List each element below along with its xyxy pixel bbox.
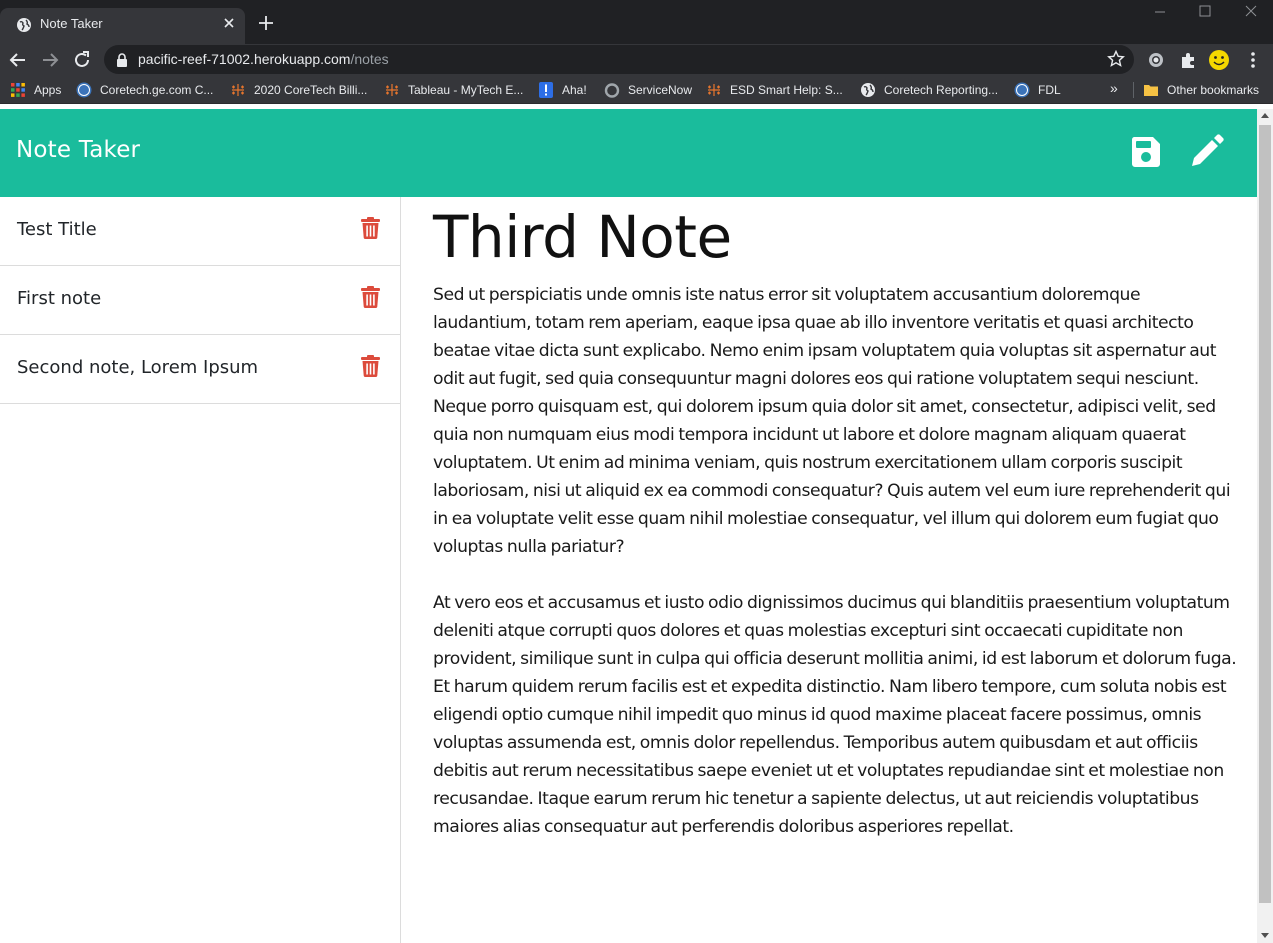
bookmark-apps[interactable]: Apps xyxy=(10,81,61,99)
scroll-down-arrow-icon[interactable] xyxy=(1261,933,1269,938)
note-title-input[interactable]: Third Note xyxy=(433,203,732,271)
folder-icon xyxy=(1144,85,1158,96)
globe-icon xyxy=(17,18,31,32)
record-extension-icon[interactable] xyxy=(1145,49,1167,71)
bookmark-label: Coretech Reporting... xyxy=(884,83,999,97)
bookmark-label: Aha! xyxy=(562,83,587,97)
address-bar[interactable]: pacific-reef-71002.herokuapp.com/notes xyxy=(104,45,1134,74)
scroll-up-arrow-icon[interactable] xyxy=(1261,113,1269,118)
url-host: pacific-reef-71002.herokuapp.com xyxy=(138,51,351,67)
new-note-pencil-icon[interactable] xyxy=(1190,134,1224,168)
tab-title: Note Taker xyxy=(40,16,103,31)
servicenow-icon xyxy=(604,83,620,98)
bookmark-esd-smart-help[interactable]: ESD Smart Help: S... xyxy=(706,81,843,99)
close-tab-icon[interactable] xyxy=(220,14,238,32)
note-list-item[interactable]: Test Title xyxy=(0,197,400,266)
bookmark-label: Tableau - MyTech E... xyxy=(408,83,524,97)
bookmark-label: FDL xyxy=(1038,83,1061,97)
ge-logo-icon xyxy=(1014,82,1030,98)
bookmark-label: Coretech.ge.com C... xyxy=(100,83,214,97)
new-tab-icon[interactable] xyxy=(256,13,276,33)
bookmark-tableau-mytech[interactable]: Tableau - MyTech E... xyxy=(384,81,523,99)
bookmark-fdl[interactable]: FDL xyxy=(1014,81,1061,99)
browser-tabstrip: Note Taker xyxy=(0,0,1273,44)
url-path: /notes xyxy=(350,51,389,67)
bookmark-aha[interactable]: Aha! xyxy=(538,81,587,99)
url-text[interactable]: pacific-reef-71002.herokuapp.com/notes xyxy=(138,51,389,67)
forward-icon[interactable] xyxy=(39,49,61,71)
bookmark-coretech-reporting[interactable]: Coretech Reporting... xyxy=(860,81,998,99)
bookmark-label: Apps xyxy=(34,83,62,97)
scroll-thumb[interactable] xyxy=(1259,125,1271,903)
browser-toolbar: pacific-reef-71002.herokuapp.com/notes xyxy=(0,44,1273,76)
reload-icon[interactable] xyxy=(71,49,93,71)
note-taker-page: Note Taker Test Title First note Second … xyxy=(0,109,1257,943)
bookmark-label: 2020 CoreTech Billi... xyxy=(254,83,368,97)
trash-icon[interactable] xyxy=(361,286,380,308)
trash-icon[interactable] xyxy=(361,217,380,239)
tableau-icon xyxy=(386,84,398,96)
lock-icon[interactable] xyxy=(116,53,128,67)
extensions-puzzle-icon[interactable] xyxy=(1177,49,1199,71)
back-icon[interactable] xyxy=(7,49,29,71)
note-text-area[interactable]: Sed ut perspiciatis unde omnis iste natu… xyxy=(433,281,1241,841)
bookmark-star-icon[interactable] xyxy=(1107,50,1125,68)
globe-icon xyxy=(861,83,875,97)
tableau-icon xyxy=(232,84,244,96)
apps-grid-icon xyxy=(11,83,25,97)
save-note-icon[interactable] xyxy=(1131,136,1161,168)
other-bookmarks-label: Other bookmarks xyxy=(1167,83,1260,97)
note-list-item[interactable]: First note xyxy=(0,266,400,335)
note-list-title[interactable]: Test Title xyxy=(17,219,97,240)
app-navbar: Note Taker xyxy=(0,109,1257,197)
bookmark-coretech[interactable]: Coretech.ge.com C... xyxy=(76,81,213,99)
tableau-icon xyxy=(708,84,720,96)
bookmark-servicenow[interactable]: ServiceNow xyxy=(604,81,692,99)
note-list-title[interactable]: First note xyxy=(17,288,101,309)
more-bookmarks-chevron[interactable]: » xyxy=(1110,80,1118,96)
maximize-icon[interactable] xyxy=(1198,4,1212,18)
notes-sidebar: Test Title First note Second note, Lorem… xyxy=(0,197,401,943)
note-list-item[interactable]: Second note, Lorem Ipsum xyxy=(0,335,400,404)
smiley-profile-icon[interactable] xyxy=(1208,49,1230,71)
menu-kebab-icon[interactable] xyxy=(1242,49,1264,71)
page-scrollbar[interactable] xyxy=(1257,109,1273,943)
browser-tab[interactable]: Note Taker xyxy=(0,8,245,44)
bookmark-label: ServiceNow xyxy=(628,83,693,97)
note-editor: Third Note Sed ut perspiciatis unde omni… xyxy=(401,197,1257,943)
app-title[interactable]: Note Taker xyxy=(16,137,140,163)
close-window-icon[interactable] xyxy=(1244,4,1258,18)
minimize-icon[interactable] xyxy=(1153,4,1167,18)
bookmarks-bar: Apps Coretech.ge.com C... 2020 CoreTech … xyxy=(0,76,1273,104)
bookmarks-divider xyxy=(1133,82,1134,98)
note-list-title[interactable]: Second note, Lorem Ipsum xyxy=(17,357,258,378)
other-bookmarks[interactable]: Other bookmarks xyxy=(1143,81,1259,99)
bookmark-coretech-billing[interactable]: 2020 CoreTech Billi... xyxy=(230,81,367,99)
aha-icon xyxy=(539,82,553,98)
bookmark-label: ESD Smart Help: S... xyxy=(730,83,843,97)
trash-icon[interactable] xyxy=(361,355,380,377)
ge-logo-icon xyxy=(76,82,92,98)
